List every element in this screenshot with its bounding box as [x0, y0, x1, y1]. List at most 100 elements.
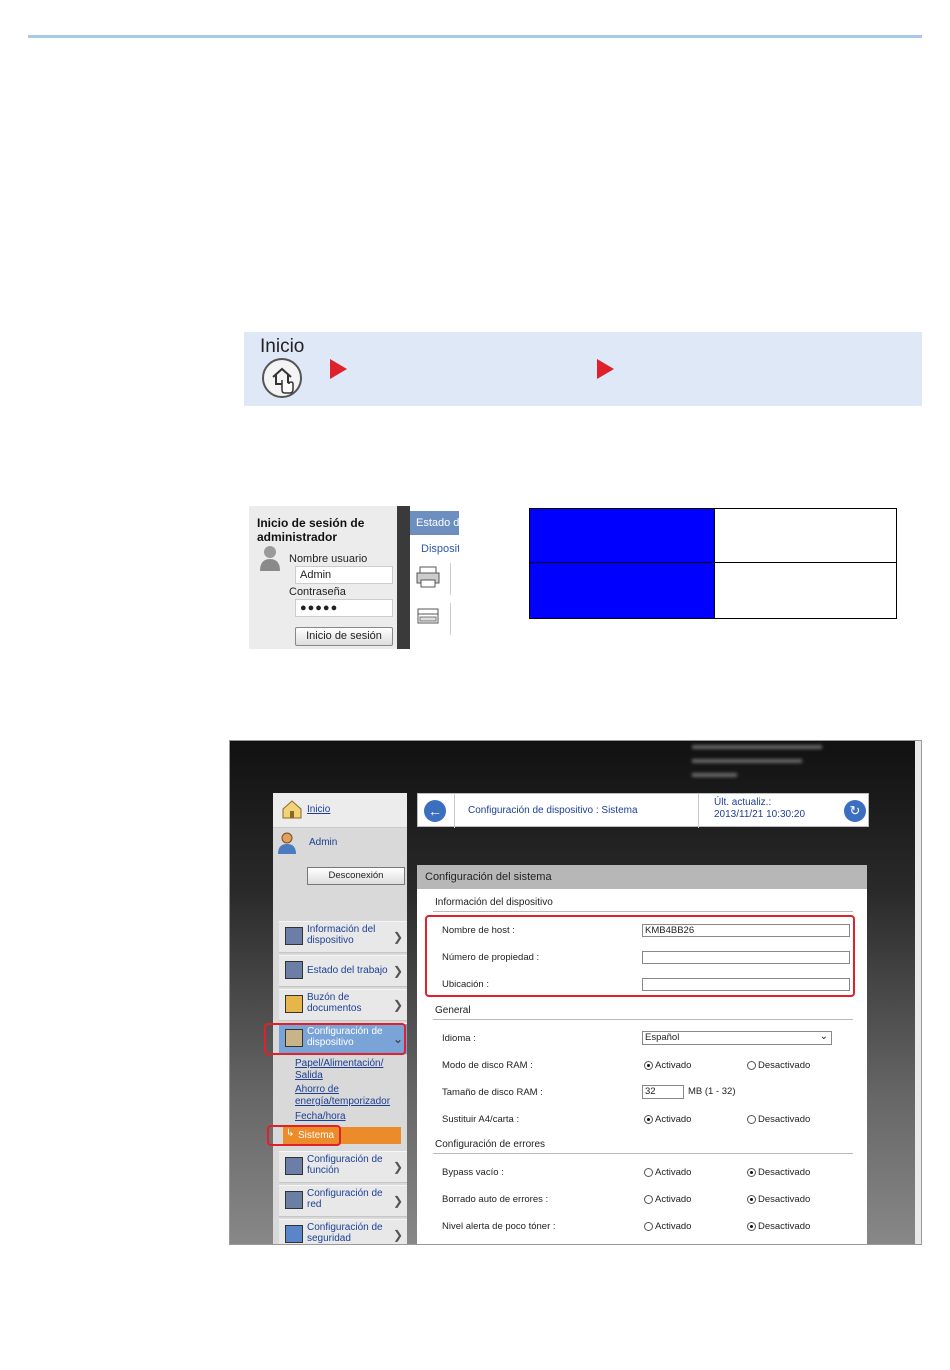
toner-off-label: Desactivado: [758, 1221, 811, 1232]
autoclear-off-label: Desactivado: [758, 1194, 811, 1205]
function-settings-icon: [285, 1157, 303, 1175]
ramdisk-on-radio[interactable]: [644, 1061, 653, 1070]
embedded-web-screenshot: Inicio Admin Desconexión Información del…: [229, 740, 922, 1245]
ramdisk-label: Modo de disco RAM :: [442, 1060, 533, 1071]
blurred-text: [692, 773, 737, 777]
sidebar-item-function-settings[interactable]: Configuración de función ❯: [279, 1151, 407, 1183]
a4-on-label: Activado: [655, 1114, 692, 1125]
chevron-right-icon: ❯: [392, 1160, 403, 1174]
home-label: Inicio: [260, 336, 305, 357]
toner-on-radio[interactable]: [644, 1222, 653, 1231]
vertical-scrollbar[interactable]: [915, 741, 921, 1244]
home-button[interactable]: [262, 358, 302, 398]
autoclear-off-radio[interactable]: [747, 1195, 756, 1204]
section-general: General: [435, 1005, 471, 1016]
bypass-on-radio[interactable]: [644, 1168, 653, 1177]
bypass-off-label: Desactivado: [758, 1167, 811, 1178]
status-tab[interactable]: Estado d: [410, 511, 459, 535]
table-cell: [530, 563, 715, 618]
printer-icon[interactable]: [414, 563, 451, 595]
highlight-box: [267, 1125, 341, 1146]
bypass-off-radio[interactable]: [747, 1168, 756, 1177]
panel-title: Configuración del sistema: [417, 865, 867, 889]
toner-off-radio[interactable]: [747, 1222, 756, 1231]
sidebar-item-network-settings[interactable]: Configuración de red ❯: [279, 1185, 407, 1217]
system-settings-panel: Configuración del sistema Información de…: [417, 865, 867, 1244]
table-cell: [530, 509, 715, 563]
logout-button[interactable]: Desconexión: [307, 867, 405, 885]
a4-off-radio[interactable]: [747, 1115, 756, 1124]
arrow-right-icon: [597, 359, 614, 379]
a4-letter-label: Sustituir A4/carta :: [442, 1114, 520, 1125]
chevron-right-icon: ❯: [392, 998, 403, 1012]
home-icon: [282, 800, 302, 819]
chevron-right-icon: ❯: [392, 1194, 403, 1208]
document-box-icon: [285, 995, 303, 1013]
language-label: Idioma :: [442, 1033, 476, 1044]
job-status-icon: [285, 961, 303, 979]
section-errors: Configuración de errores: [435, 1139, 546, 1150]
breadcrumb: Configuración de dispositivo : Sistema: [468, 805, 638, 816]
login-title: Inicio de sesión de administrador: [257, 516, 365, 544]
page-header: ← Configuración de dispositivo : Sistema…: [417, 793, 869, 828]
ramdisk-off-radio[interactable]: [747, 1061, 756, 1070]
refresh-icon[interactable]: ↻: [844, 800, 866, 822]
subitem-energy[interactable]: Ahorro de energía/temporizador: [295, 1084, 399, 1108]
highlight-box: [425, 915, 855, 997]
password-label: Contraseña: [289, 586, 346, 598]
toner-on-label: Activado: [655, 1221, 692, 1232]
user-name: Admin: [309, 837, 338, 848]
sidebar-item-device-info[interactable]: Información del dispositivo ❯: [279, 921, 407, 953]
login-button[interactable]: Inicio de sesión: [295, 627, 393, 646]
admin-login-panel: Inicio de sesión de administrador Nombre…: [249, 506, 459, 649]
sidebar-item-job-status[interactable]: Estado del trabajo ❯: [279, 955, 407, 987]
sidebar-item-security-settings[interactable]: Configuración de seguridad ❯: [279, 1219, 407, 1244]
bypass-on-label: Activado: [655, 1167, 692, 1178]
top-divider: [28, 35, 922, 38]
bypass-label: Bypass vacío :: [442, 1167, 504, 1178]
home-hand-icon: [272, 367, 294, 394]
device-info-icon: [285, 927, 303, 945]
blurred-text: [692, 759, 802, 763]
password-input[interactable]: ●●●●●: [295, 599, 393, 617]
sidebar-home-link[interactable]: Inicio: [307, 804, 330, 815]
network-settings-icon: [285, 1191, 303, 1209]
section-device-info: Información del dispositivo: [435, 897, 553, 908]
device-link[interactable]: Disposit: [421, 543, 459, 555]
subitem-datetime[interactable]: Fecha/hora: [295, 1111, 346, 1123]
chevron-right-icon: ❯: [392, 930, 403, 944]
sidebar: Inicio Admin Desconexión Información del…: [264, 793, 407, 1244]
table-cell: [715, 509, 896, 563]
ramsize-label: Tamaño de disco RAM :: [442, 1087, 543, 1098]
navigation-banner: Inicio: [244, 332, 922, 406]
autoclear-on-radio[interactable]: [644, 1195, 653, 1204]
username-input[interactable]: Admin: [295, 566, 393, 584]
arrow-right-icon: [330, 359, 347, 379]
panel-divider: [397, 506, 410, 649]
language-select[interactable]: Español ⌄: [642, 1031, 832, 1045]
sidebar-home-row: Inicio: [273, 793, 407, 828]
key-table: [529, 508, 897, 619]
toner-alert-label: Nivel alerta de poco tóner :: [442, 1221, 556, 1232]
ramsize-unit: MB (1 - 32): [688, 1086, 736, 1097]
ramdisk-on-label: Activado: [655, 1060, 692, 1071]
shield-icon: [285, 1225, 303, 1243]
chevron-down-icon: ⌄: [819, 1031, 828, 1042]
chevron-right-icon: ❯: [392, 1228, 403, 1242]
a4-off-label: Desactivado: [758, 1114, 811, 1125]
blurred-text: [692, 745, 822, 749]
scanner-icon[interactable]: [414, 603, 451, 635]
autoclear-label: Borrado auto de errores :: [442, 1194, 549, 1205]
autoclear-on-label: Activado: [655, 1194, 692, 1205]
main-content: ← Configuración de dispositivo : Sistema…: [417, 793, 869, 1244]
back-arrow-icon[interactable]: ←: [424, 800, 446, 822]
subitem-paper[interactable]: Papel/Alimentación/ Salida: [295, 1058, 395, 1082]
sidebar-item-document-box[interactable]: Buzón de documentos ❯: [279, 989, 407, 1021]
user-icon: [278, 832, 296, 854]
ramdisk-off-label: Desactivado: [758, 1060, 811, 1071]
table-cell: [715, 563, 896, 618]
a4-on-radio[interactable]: [644, 1115, 653, 1124]
ramsize-input[interactable]: 32: [642, 1085, 684, 1099]
highlight-box: [264, 1023, 406, 1055]
last-updated: Últ. actualiz.: 2013/11/21 10:30:20: [714, 797, 806, 820]
